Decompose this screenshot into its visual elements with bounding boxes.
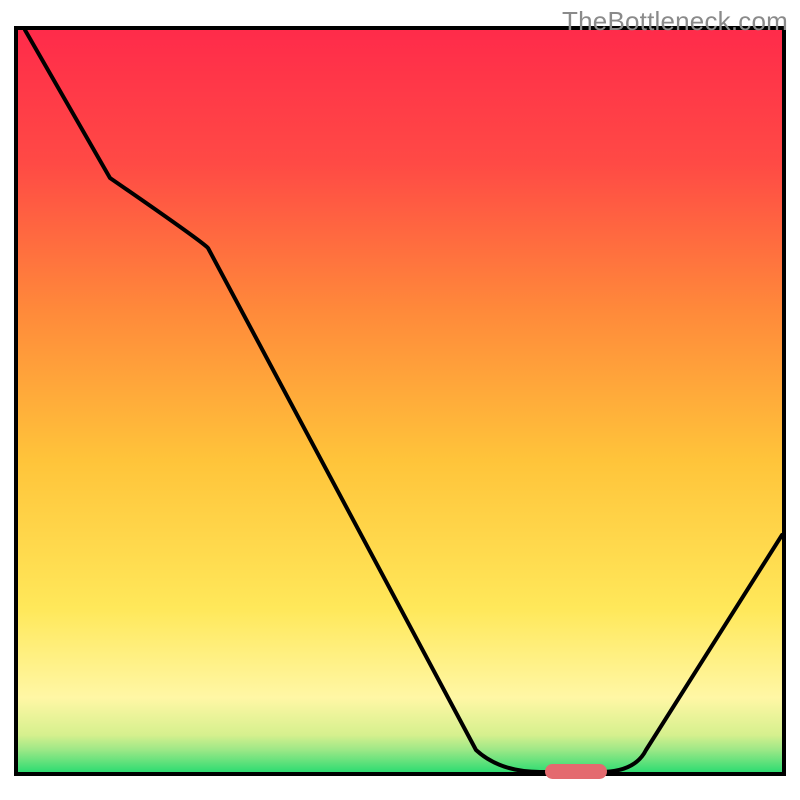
plot-area bbox=[16, 28, 784, 779]
chart-svg bbox=[0, 0, 800, 800]
optimal-marker bbox=[545, 764, 607, 779]
watermark-text: TheBottleneck.com bbox=[562, 6, 788, 37]
bottleneck-chart: TheBottleneck.com bbox=[0, 0, 800, 800]
